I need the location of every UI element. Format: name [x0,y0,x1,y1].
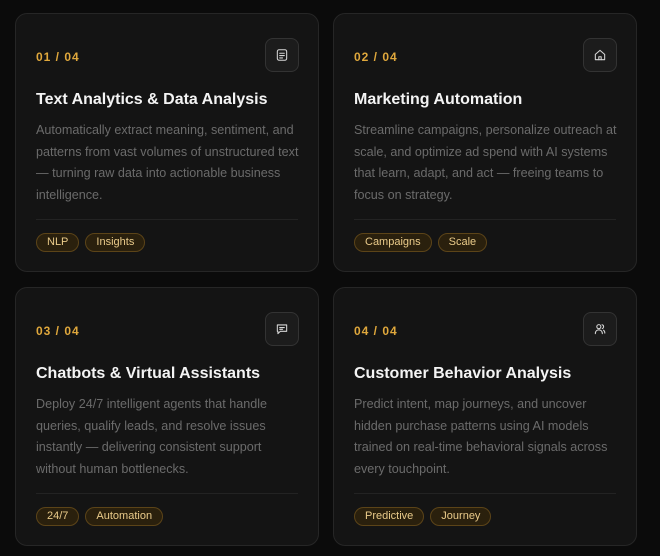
card-title: Text Analytics & Data Analysis [36,91,268,108]
card-description: Predict intent, map journeys, and uncove… [354,397,608,476]
tag-campaigns: Campaigns [354,233,432,252]
card-divider [354,219,616,220]
service-card-chatbots[interactable]: 03 / 04 Chatbots & Virtual Assistants De… [15,287,319,546]
tag-insights: Insights [85,233,146,252]
tag-journey: Journey [430,507,492,526]
card-step-number: 01 / 04 [36,50,80,64]
card-tags: 24/7 Automation [36,507,164,526]
service-card-marketing-automation[interactable]: 02 / 04 Marketing Automation Streamline … [333,13,637,272]
card-divider [354,493,616,494]
card-tags: NLP Insights [36,233,146,252]
card-divider [36,219,298,220]
service-card-text-analytics[interactable]: 01 / 04 Text Analytics & Data Analysis A… [15,13,319,272]
service-card-customer-behavior[interactable]: 04 / 04 Customer Behavior Analysis Predi… [333,287,637,546]
tag-nlp: NLP [36,233,80,252]
card-step-number: 04 / 04 [354,324,398,338]
card-title: Customer Behavior Analysis [354,365,572,382]
card-tags: Predictive Journey [354,507,492,526]
card-step-number: 03 / 04 [36,324,80,338]
card-description: Deploy 24/7 intelligent agents that hand… [36,397,268,476]
users-icon [583,312,617,346]
card-description: Streamline campaigns, personalize outrea… [354,123,617,202]
tag-automation: Automation [85,507,164,526]
home-icon [583,38,617,72]
tag-24-7: 24/7 [36,507,80,526]
tag-scale: Scale [437,233,488,252]
card-title: Chatbots & Virtual Assistants [36,365,261,382]
services-grid: 01 / 04 Text Analytics & Data Analysis A… [0,0,660,556]
card-step-number: 02 / 04 [354,50,398,64]
card-divider [36,493,298,494]
document-icon [265,38,299,72]
card-description: Automatically extract meaning, sentiment… [36,123,299,202]
tag-predictive: Predictive [354,507,425,526]
card-tags: Campaigns Scale [354,233,488,252]
card-title: Marketing Automation [354,91,523,108]
chat-icon [265,312,299,346]
